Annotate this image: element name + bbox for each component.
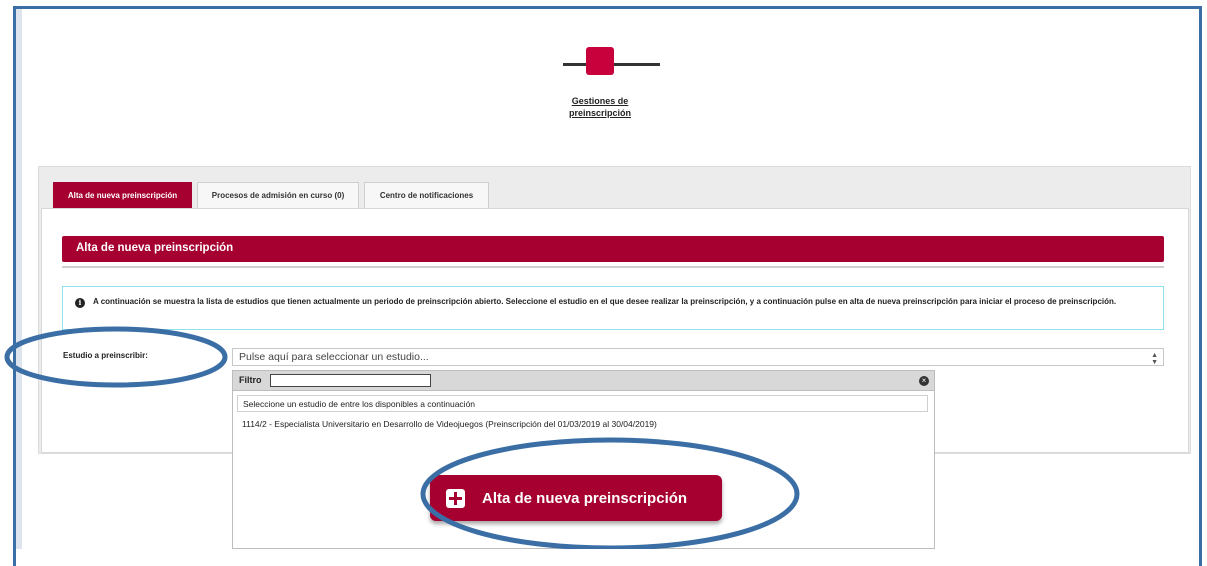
stepper-step-icon[interactable] <box>586 47 614 75</box>
plus-icon <box>446 488 465 508</box>
left-strip <box>16 9 22 549</box>
section-divider <box>62 262 1164 268</box>
study-select-value: Pulse aquí para seleccionar un estudio..… <box>239 351 429 363</box>
study-select[interactable]: Pulse aquí para seleccionar un estudio..… <box>232 348 1164 366</box>
info-message: i A continuación se muestra la lista de e… <box>62 286 1164 330</box>
tab-procesos-admision[interactable]: Procesos de admisión en curso (0) <box>197 182 359 208</box>
alta-preinscripcion-button-label: Alta de nueva preinscripción <box>482 489 688 507</box>
study-option[interactable]: 1114/2 - Especialista Universitario en D… <box>242 419 657 429</box>
study-dropdown[interactable]: Filtro × Seleccione un estudio de entre … <box>232 370 935 549</box>
section-title: Alta de nueva preinscripción <box>62 236 1164 262</box>
filter-label: Filtro <box>239 375 262 385</box>
study-field-label: Estudio a preinscribir: <box>63 351 148 360</box>
placeholder-option[interactable]: Seleccione un estudio de entre los dispo… <box>237 395 928 412</box>
filter-bar: Filtro × <box>233 371 934 391</box>
tab-alta-preinscripcion[interactable]: Alta de nueva preinscripción <box>53 182 192 208</box>
filter-input[interactable] <box>270 374 431 387</box>
clear-filter-icon[interactable]: × <box>919 376 929 386</box>
tab-centro-notificaciones[interactable]: Centro de notificaciones <box>364 182 489 208</box>
stepper-label[interactable]: Gestiones de preinscripción <box>540 95 660 119</box>
info-text: A continuación se muestra la lista de es… <box>93 297 1117 306</box>
info-icon: i <box>75 298 85 308</box>
select-arrows-icon: ▲ ▼ <box>1151 352 1158 366</box>
alta-preinscripcion-button[interactable]: Alta de nueva preinscripción <box>430 475 722 521</box>
